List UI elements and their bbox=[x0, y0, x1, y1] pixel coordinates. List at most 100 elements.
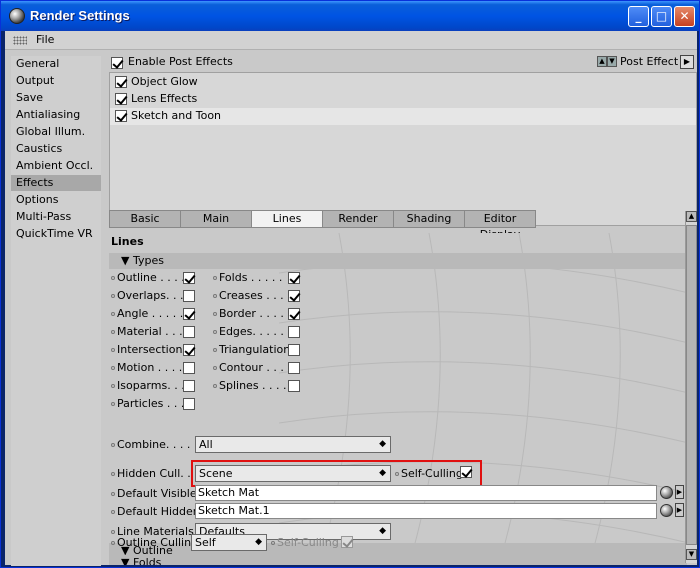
keyframe-dot-icon[interactable] bbox=[213, 366, 217, 370]
enable-post-effects-checkbox[interactable] bbox=[111, 57, 123, 69]
keyframe-dot-icon[interactable] bbox=[213, 276, 217, 280]
sidebar-item-global-illum[interactable]: Global Illum. bbox=[11, 124, 101, 140]
type-label-text: Particles . . . bbox=[117, 397, 185, 410]
sidebar-item-quicktime-vr[interactable]: QuickTime VR bbox=[11, 226, 101, 242]
close-button[interactable]: ✕ bbox=[674, 6, 695, 27]
type-label: Splines . . . . bbox=[213, 379, 287, 392]
keyframe-dot-icon[interactable] bbox=[213, 330, 217, 334]
tab-main[interactable]: Main bbox=[180, 210, 252, 228]
type-label-text: Material . . . bbox=[117, 325, 183, 338]
move-up-button[interactable]: ▲ bbox=[597, 56, 607, 67]
type-checkbox[interactable] bbox=[288, 362, 300, 374]
vertical-scrollbar[interactable]: ▲ ▼ bbox=[685, 211, 697, 563]
enable-post-effects-label: Enable Post Effects bbox=[128, 55, 233, 68]
type-label: Particles . . . bbox=[111, 397, 184, 410]
type-checkbox[interactable] bbox=[183, 326, 195, 338]
type-label-text: Edges. . . . . bbox=[219, 325, 284, 338]
scroll-up-button[interactable]: ▲ bbox=[686, 211, 697, 222]
sidebar-item-antialiasing[interactable]: Antialiasing bbox=[11, 107, 101, 123]
type-checkbox[interactable] bbox=[183, 398, 195, 410]
post-effect-label: Object Glow bbox=[131, 75, 198, 88]
link-menu-button[interactable]: ▶ bbox=[675, 485, 684, 499]
outline-self-culling-checkbox[interactable] bbox=[341, 536, 353, 548]
type-checkbox[interactable] bbox=[183, 290, 195, 302]
material-ball-icon[interactable] bbox=[660, 486, 673, 499]
keyframe-dot-icon[interactable] bbox=[111, 366, 115, 370]
post-effect-menu-button[interactable]: ▶ bbox=[680, 55, 694, 69]
default-hidden-field[interactable]: Sketch Mat.1 bbox=[195, 503, 657, 519]
material-ball-icon[interactable] bbox=[660, 504, 673, 517]
sidebar-item-options[interactable]: Options bbox=[11, 192, 101, 208]
type-label-text: Angle . . . . . bbox=[117, 307, 184, 320]
type-checkbox[interactable] bbox=[183, 308, 195, 320]
default-visible-field[interactable]: Sketch Mat bbox=[195, 485, 657, 501]
keyframe-dot-icon[interactable] bbox=[213, 384, 217, 388]
outline-culling-dropdown[interactable]: Self ◆ bbox=[191, 534, 267, 551]
keyframe-dot-icon[interactable] bbox=[111, 348, 115, 352]
post-effect-checkbox[interactable] bbox=[115, 110, 127, 122]
types-group-header[interactable]: ▼ Types bbox=[109, 253, 687, 269]
move-down-button[interactable]: ▼ bbox=[607, 56, 617, 67]
minimize-button[interactable]: _ bbox=[628, 6, 649, 27]
enable-post-effects[interactable]: Enable Post Effects bbox=[111, 55, 233, 69]
type-checkbox[interactable] bbox=[183, 362, 195, 374]
sidebar-item-ambient-occl[interactable]: Ambient Occl. bbox=[11, 158, 101, 174]
type-label-text: Motion . . . . bbox=[117, 361, 183, 374]
type-label: Outline . . . . bbox=[111, 271, 185, 284]
type-checkbox[interactable] bbox=[183, 344, 195, 356]
tab-basic[interactable]: Basic bbox=[109, 210, 181, 228]
keyframe-dot-icon[interactable] bbox=[111, 276, 115, 280]
tab-lines[interactable]: Lines bbox=[251, 210, 323, 228]
post-effect-checkbox[interactable] bbox=[115, 93, 127, 105]
sidebar-item-multi-pass[interactable]: Multi-Pass bbox=[11, 209, 101, 225]
sidebar-item-general[interactable]: General bbox=[11, 56, 101, 72]
sidebar-item-save[interactable]: Save bbox=[11, 90, 101, 106]
render-settings-window: Render Settings _ □ ✕ File General Output… bbox=[0, 0, 700, 568]
type-checkbox[interactable] bbox=[183, 380, 195, 392]
type-checkbox[interactable] bbox=[288, 290, 300, 302]
type-checkbox[interactable] bbox=[288, 308, 300, 320]
keyframe-dot-icon[interactable] bbox=[111, 330, 115, 334]
scroll-down-button[interactable]: ▼ bbox=[686, 549, 697, 560]
type-checkbox[interactable] bbox=[183, 272, 195, 284]
title-bar[interactable]: Render Settings _ □ ✕ bbox=[1, 1, 699, 31]
sidebar-item-output[interactable]: Output bbox=[11, 73, 101, 89]
post-effect-item[interactable]: Lens Effects bbox=[110, 91, 696, 108]
type-checkbox[interactable] bbox=[288, 344, 300, 356]
keyframe-dot-icon[interactable] bbox=[111, 294, 115, 298]
combine-dropdown[interactable]: All ◆ bbox=[195, 436, 391, 453]
types-header-label: ▼ Types bbox=[121, 254, 164, 267]
type-label-text: Intersections bbox=[117, 343, 189, 356]
type-checkbox[interactable] bbox=[288, 380, 300, 392]
keyframe-dot-icon[interactable] bbox=[213, 348, 217, 352]
reorder-arrows: ▲ ▼ bbox=[597, 56, 618, 68]
scroll-thumb[interactable] bbox=[686, 225, 697, 545]
sidebar-item-effects[interactable]: Effects bbox=[11, 175, 101, 191]
post-effect-checkbox[interactable] bbox=[115, 76, 127, 88]
menu-file[interactable]: File bbox=[36, 33, 54, 46]
link-menu-button[interactable]: ▶ bbox=[675, 503, 684, 517]
keyframe-dot-icon[interactable] bbox=[213, 312, 217, 316]
post-effect-item[interactable]: Sketch and Toon bbox=[110, 108, 696, 125]
post-effect-item[interactable]: Object Glow bbox=[110, 74, 696, 91]
post-effect-menu-label[interactable]: Post Effect bbox=[620, 55, 678, 68]
type-checkbox[interactable] bbox=[288, 272, 300, 284]
menu-bar: File bbox=[5, 31, 697, 50]
keyframe-dot-icon[interactable] bbox=[213, 294, 217, 298]
maximize-icon: □ bbox=[655, 9, 668, 23]
types-header-text: Types bbox=[132, 254, 164, 267]
tab-render[interactable]: Render bbox=[322, 210, 394, 228]
tab-editor-display[interactable]: Editor Display bbox=[464, 210, 536, 241]
type-label-text: Folds . . . . . bbox=[219, 271, 283, 284]
sidebar-item-caustics[interactable]: Caustics bbox=[11, 141, 101, 157]
keyframe-dot-icon[interactable] bbox=[111, 312, 115, 316]
triangle-right-icon: ▶ bbox=[683, 57, 691, 66]
dropdown-arrow-icon: ◆ bbox=[379, 439, 386, 449]
keyframe-dot-icon[interactable] bbox=[111, 402, 115, 406]
post-effects-header: Enable Post Effects ▲ ▼ Post Effect ▶ bbox=[105, 53, 697, 71]
tab-shading[interactable]: Shading bbox=[393, 210, 465, 228]
type-checkbox[interactable] bbox=[288, 326, 300, 338]
keyframe-dot-icon[interactable] bbox=[111, 384, 115, 388]
maximize-button[interactable]: □ bbox=[651, 6, 672, 27]
grip-icon[interactable] bbox=[13, 36, 27, 45]
